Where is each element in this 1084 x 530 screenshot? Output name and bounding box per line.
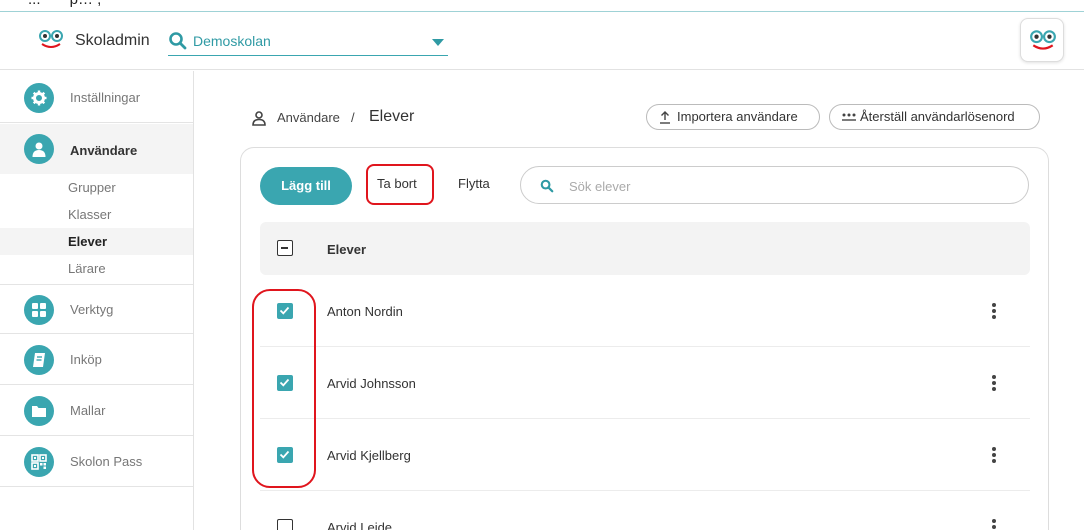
column-header-students: Elever xyxy=(327,242,367,257)
gear-icon xyxy=(24,83,54,113)
app-name: Skoladmin xyxy=(75,32,150,49)
sidebar-item-skolon-pass[interactable]: Skolon Pass xyxy=(0,437,193,487)
sidebar-item-label: Verktyg xyxy=(70,302,114,317)
top-bar: Skoladmin Demoskolan xyxy=(0,12,1084,70)
more-options-icon[interactable] xyxy=(987,445,1001,465)
user-outline-icon xyxy=(252,111,266,126)
sidebar-item-settings[interactable]: Inställningar xyxy=(0,73,193,123)
folder-icon xyxy=(24,396,54,426)
import-users-button[interactable]: Importera användare xyxy=(646,104,820,130)
more-options-icon[interactable] xyxy=(987,517,1001,530)
search-input[interactable] xyxy=(569,176,1009,196)
sidebar-item-purchases[interactable]: Inköp xyxy=(0,335,193,385)
sidebar-subitem-classes[interactable]: Klasser xyxy=(0,201,193,228)
table-row[interactable]: Arvid Leide xyxy=(260,491,1030,530)
school-select[interactable]: Demoskolan xyxy=(168,30,448,56)
import-users-label: Importera användare xyxy=(677,109,798,124)
breadcrumb-parent[interactable]: Användare xyxy=(277,110,340,125)
select-all-checkbox[interactable] xyxy=(277,240,293,256)
school-name: Demoskolan xyxy=(193,33,271,49)
profile-logo-button[interactable] xyxy=(1020,18,1064,62)
more-options-icon[interactable] xyxy=(987,373,1001,393)
grid-icon xyxy=(24,295,54,325)
student-name: Arvid Johnsson xyxy=(327,376,416,391)
more-options-icon[interactable] xyxy=(987,301,1001,321)
sidebar-subitem-groups[interactable]: Grupper xyxy=(0,174,193,201)
sidebar-item-label: Mallar xyxy=(70,403,106,418)
student-name: Arvid Kjellberg xyxy=(327,448,411,463)
sidebar-item-users[interactable]: Användare xyxy=(0,124,193,174)
reset-passwords-label: Återställ användarlösenord xyxy=(860,109,1015,124)
sidebar: Inställningar Användare Grupper Klasser … xyxy=(0,71,194,530)
sidebar-subitem-teachers[interactable]: Lärare xyxy=(0,255,193,282)
sidebar-item-tools[interactable]: Verktyg xyxy=(0,284,193,334)
student-name: Anton Nordin xyxy=(327,304,403,319)
student-name: Arvid Leide xyxy=(327,520,393,530)
book-icon xyxy=(24,345,54,375)
row-checkbox[interactable] xyxy=(277,519,293,530)
sidebar-item-label: Inställningar xyxy=(70,90,141,105)
breadcrumb-separator: / xyxy=(351,110,355,125)
add-button[interactable]: Lägg till xyxy=(260,167,352,205)
password-icon xyxy=(842,113,856,121)
page-title: Elever xyxy=(369,108,415,125)
user-icon xyxy=(24,134,54,164)
annotation-highlight-remove xyxy=(366,164,434,205)
upload-icon xyxy=(660,111,670,124)
top-partial-text: ... p… , xyxy=(28,0,101,8)
logo-icon xyxy=(39,30,63,48)
table-row[interactable]: Arvid Johnsson xyxy=(260,347,1030,419)
student-search xyxy=(520,166,1029,204)
sidebar-item-label: Användare xyxy=(70,143,138,158)
reset-passwords-button[interactable]: Återställ användarlösenord xyxy=(829,104,1040,130)
sidebar-item-templates[interactable]: Mallar xyxy=(0,386,193,436)
sidebar-item-label: Inköp xyxy=(70,352,102,367)
search-icon xyxy=(540,179,554,193)
chevron-down-icon xyxy=(432,39,444,46)
qr-icon xyxy=(24,447,54,477)
logo-icon xyxy=(1030,30,1056,50)
indeterminate-mark xyxy=(281,247,288,249)
annotation-highlight-checkboxes xyxy=(252,289,316,488)
table-row[interactable]: Anton Nordin xyxy=(260,275,1030,347)
move-button[interactable]: Flytta xyxy=(458,176,490,191)
top-strip: ... p… , xyxy=(0,0,1084,12)
table-header: Elever xyxy=(260,222,1030,275)
sidebar-item-label: Skolon Pass xyxy=(70,454,143,469)
table-row[interactable]: Arvid Kjellberg xyxy=(260,419,1030,491)
sidebar-subitem-students[interactable]: Elever xyxy=(0,228,193,255)
search-icon xyxy=(169,32,187,50)
